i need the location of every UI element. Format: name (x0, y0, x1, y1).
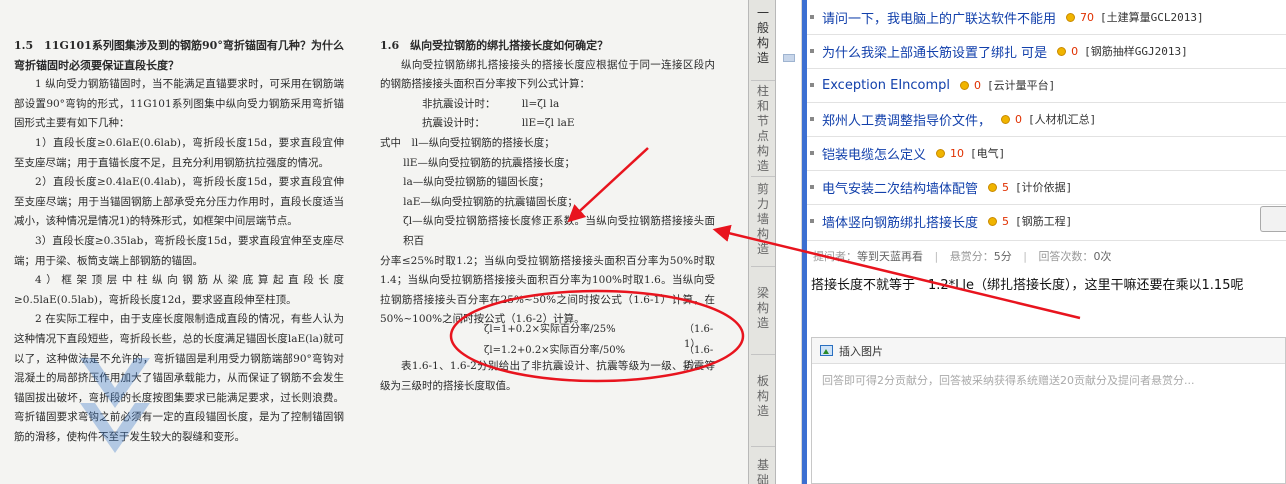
bounty-score: 70 (1080, 10, 1095, 24)
bounty-score: 10 (950, 146, 965, 160)
question-item[interactable]: Exception EIncompl 0 [云计量平台] (807, 75, 1055, 95)
bullet-icon (810, 219, 814, 223)
coin-icon (960, 80, 970, 90)
bullet-icon (810, 185, 814, 189)
question-item[interactable]: 墙体竖向钢筋绑扎搭接长度 5 [钢筋工程] (807, 211, 1072, 231)
splitter[interactable] (776, 0, 802, 484)
doc-paragraph: 式中 ll—纵向受拉钢筋的搭接长度； (380, 136, 555, 149)
question-meta: 提问者：等到天蓝再看 | 悬赏分：5分 | 回答次数：0次 (813, 250, 1112, 263)
question-title-link[interactable]: Exception EIncompl (822, 78, 950, 93)
question-title-link[interactable]: 铠装电缆怎么定义 (822, 144, 926, 163)
doc-paragraph: 2 在实际工程中，由于支座长度限制造成直段的情况，有些人认为这种情况下直段短些，… (14, 313, 344, 443)
answer-box: 插入图片 (811, 337, 1286, 484)
splitter-handle[interactable] (783, 54, 795, 62)
tab-beam[interactable]: 梁构造 (753, 286, 773, 331)
tab-shear-wall[interactable]: 剪力墙构造 (753, 182, 773, 257)
question-title-link[interactable]: 墙体竖向钢筋绑扎搭接长度 (822, 212, 978, 231)
question-item[interactable]: 请问一下，我电脑上的广联达软件不能用 70 [土建算量GCL2013] (807, 7, 1204, 27)
question-item[interactable]: 郑州人工费调整指导价文件， 0 [人材机汇总] (807, 109, 1096, 129)
doc-paragraph: laE—纵向受拉钢筋的抗震锚固长度； (403, 195, 578, 208)
coin-icon (1057, 46, 1067, 56)
bounty-score: 0 (974, 78, 982, 92)
formula-expression: ζl=1+0.2×实际百分率/25% (484, 324, 616, 335)
question-category[interactable]: [钢筋工程] (1015, 213, 1072, 229)
question-item[interactable]: 电气安装二次结构墙体配管 5 [计价依据] (807, 177, 1072, 197)
image-icon (820, 345, 833, 356)
doc-paragraph: ζl—纵向受拉钢筋搭接长度修正系数。当纵向受拉钢筋搭接接头面积百 (403, 215, 715, 247)
expand-button[interactable] (1260, 206, 1286, 232)
question-category[interactable]: [电气] (970, 145, 1005, 161)
coin-icon (936, 148, 946, 158)
question-title-link[interactable]: 请问一下，我电脑上的广联达软件不能用 (822, 8, 1056, 27)
question-category[interactable]: [计价依据] (1015, 179, 1072, 195)
bounty-score: 5 (1002, 214, 1010, 228)
doc-paragraph: 纵向受拉钢筋绑扎搭接接头的搭接长度应根据位于同一连接区段内的钢筋搭接接头面积百分… (380, 58, 715, 91)
doc-paragraph: 分率≤25%时取1.2；当纵向受拉钢筋搭接接头面积百分率为50%时取1.4；当纵… (380, 254, 715, 326)
answers-count: 0次 (1093, 250, 1112, 263)
bounty-label: 悬赏分： (949, 250, 994, 263)
insert-image-button[interactable]: 插入图片 (812, 338, 1285, 364)
doc-paragraph: 非抗震设计时： ll=ζl la (422, 97, 560, 110)
formula-1-6-1: ζl=1+0.2×实际百分率/25% （1.6-1） (484, 320, 713, 350)
scanned-book-page: 1.5 11G101系列图集涉及到的钢筋90°弯折锚固有几种？为什么弯折锚固时必… (0, 0, 748, 484)
bounty-score: 0 (1071, 44, 1079, 58)
doc-paragraph: llE—纵向受拉钢筋的抗震搭接长度； (403, 156, 575, 169)
bullet-icon (810, 83, 814, 87)
question-category[interactable]: [土建算量GCL2013] (1100, 9, 1204, 25)
tab-foundation[interactable]: 基础 (753, 458, 773, 484)
watermark-logo-icon (80, 358, 150, 453)
section-heading: 1.6 纵向受拉钢筋的绑扎搭接长度如何确定？ (380, 39, 609, 52)
insert-image-label: 插入图片 (839, 344, 883, 358)
formula-1-6-2: ζl=1.2+0.2×实际百分率/50% （1.6-2） (484, 341, 713, 371)
bullet-icon (810, 15, 814, 19)
coin-icon (988, 182, 998, 192)
doc-tail-paragraph: 表1.6-1、1.6-2分别给出了非抗震设计、抗震等级为一级、抗震等级为三级时的… (380, 357, 715, 396)
doc-left-column: 1.5 11G101系列图集涉及到的钢筋90°弯折锚固有几种？为什么弯折锚固时必… (14, 36, 344, 447)
doc-paragraph: 2）直段长度≥0.4laE(0.4lab)，弯折段长度15d，要求直段宜伸至支座… (14, 176, 344, 228)
doc-right-column: 1.6 纵向受拉钢筋的绑扎搭接长度如何确定？ 纵向受拉钢筋绑扎搭接接头的搭接长度应… (380, 36, 715, 330)
bounty-value: 5分 (993, 250, 1012, 263)
question-item[interactable]: 铠装电缆怎么定义 10 [电气] (807, 143, 1005, 163)
bullet-icon (810, 117, 814, 121)
bullet-icon (810, 49, 814, 53)
answer-input[interactable] (812, 364, 1285, 483)
tab-column-and-joint[interactable]: 柱和节点构造 (753, 84, 773, 174)
tab-slab[interactable]: 板构造 (753, 374, 773, 419)
doc-paragraph: la—纵向受拉钢筋的锚固长度； (403, 176, 550, 189)
coin-icon (1066, 12, 1076, 22)
doc-paragraph: 抗震设计时： llE=ζl laE (422, 117, 575, 130)
answers-label: 回答次数： (1038, 250, 1094, 263)
question-category[interactable]: [云计量平台] (987, 77, 1055, 93)
doc-paragraph: 1）直段长度≥0.6laE(0.6lab)，弯折段长度15d，要求直段宜伸至支座… (14, 136, 344, 169)
question-content: 搭接长度不就等于 1.2*Lle（绑扎搭接长度），这里干嘛还要在乘以1.15呢 (811, 278, 1244, 293)
section-heading: 1.5 11G101系列图集涉及到的钢筋90°弯折锚固有几种？为什么弯折锚固时必… (14, 39, 344, 72)
asker-name[interactable]: 等到天蓝再看 (857, 250, 923, 263)
question-item[interactable]: 为什么我梁上部通长筋设置了绑扎 可是 0 [钢筋抽样GGJ2013] (807, 41, 1188, 61)
bullet-icon (810, 151, 814, 155)
question-title-link[interactable]: 电气安装二次结构墙体配管 (822, 178, 978, 197)
bounty-score: 5 (1002, 180, 1010, 194)
tab-general-construction[interactable]: 一般构造 (753, 6, 773, 66)
asker-label: 提问者： (813, 250, 857, 263)
qa-panel: 请问一下，我电脑上的广联达软件不能用 70 [土建算量GCL2013] 为什么我梁上部… (807, 0, 1286, 484)
question-category[interactable]: [人材机汇总] (1028, 111, 1096, 127)
formula-expression: ζl=1.2+0.2×实际百分率/50% (484, 345, 626, 356)
doc-paragraph: 3）直段长度≥0.35lab，弯折段长度15d，要求直段宜伸至支座尽端；用于梁、… (14, 234, 344, 267)
coin-icon (1001, 114, 1011, 124)
vertical-tab-strip: 一般构造 柱和节点构造 剪力墙构造 梁构造 板构造 基础 (748, 0, 776, 484)
tail-text: 表1.6-1、1.6-2分别给出了非抗震设计、抗震等级为一级、抗震等级为三级时的… (380, 360, 715, 392)
doc-paragraph: 1 纵向受力钢筋锚固时，当不能满足直锚要求时，可采用在钢筋端部设置90°弯钩的形… (14, 78, 344, 130)
question-category[interactable]: [钢筋抽样GGJ2013] (1084, 43, 1188, 59)
question-title-link[interactable]: 为什么我梁上部通长筋设置了绑扎 可是 (822, 42, 1047, 61)
coin-icon (988, 216, 998, 226)
bounty-score: 0 (1015, 112, 1023, 126)
question-title-link[interactable]: 郑州人工费调整指导价文件， (822, 110, 991, 129)
doc-paragraph: 4）框架顶层中柱纵向钢筋从梁底算起直段长度≥0.5laE(0.5lab)，弯折段… (14, 274, 344, 306)
